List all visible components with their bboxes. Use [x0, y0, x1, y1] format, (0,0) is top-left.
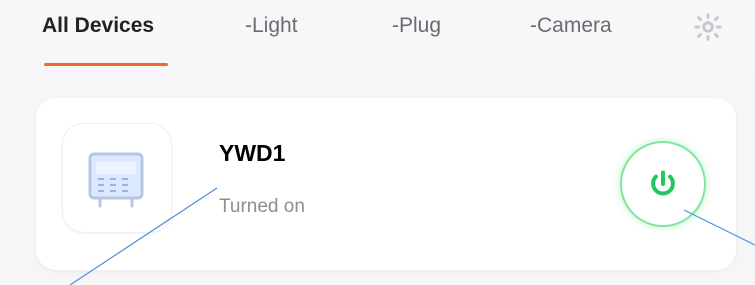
power-icon [651, 170, 675, 196]
tab-plug[interactable]: -Plug [392, 12, 441, 40]
device-icon-box [62, 123, 172, 233]
power-button[interactable] [620, 141, 706, 227]
device-name: YWD1 [219, 140, 286, 166]
settings-button[interactable] [692, 11, 724, 43]
active-tab-indicator [44, 63, 168, 66]
tab-all-devices[interactable]: All Devices [42, 12, 154, 40]
tab-camera[interactable]: -Camera [530, 12, 612, 40]
fridge-icon [88, 152, 144, 208]
device-category-tabs: All Devices -Light -Plug -Camera [0, 0, 755, 70]
device-status: Turned on [219, 196, 305, 217]
gear-icon [694, 13, 722, 41]
tab-light[interactable]: -Light [245, 12, 298, 40]
device-card[interactable]: YWD1 Turned on [36, 98, 736, 270]
